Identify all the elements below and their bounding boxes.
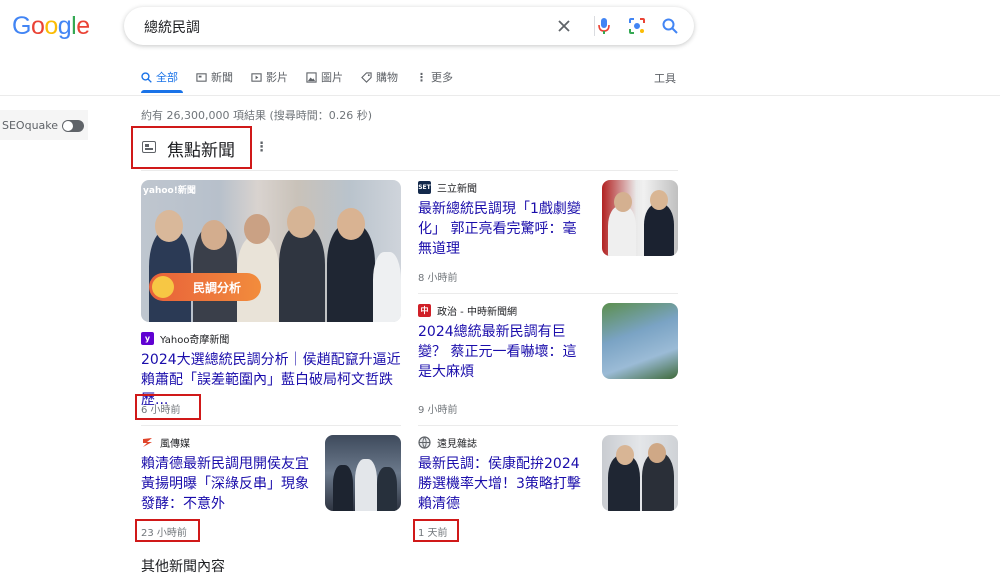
story-thumbnail[interactable]: [325, 435, 401, 511]
story-thumbnail[interactable]: [602, 180, 678, 256]
search-tabs: 全部 新聞 影片 圖片 購物 ⋮ 更多: [141, 70, 453, 84]
story-source: 中 政治 - 中時新聞網: [418, 303, 517, 318]
toggle-knob: [63, 121, 73, 131]
more-news-link[interactable]: 其他新聞內容: [141, 556, 225, 576]
tools-button[interactable]: 工具: [654, 70, 676, 86]
top-stories-title: 焦點新聞: [167, 141, 235, 161]
tab-more[interactable]: ⋮ 更多: [416, 70, 453, 85]
more-vertical-icon[interactable]: ⋮: [994, 18, 1000, 34]
microphone-icon[interactable]: [594, 16, 614, 36]
search-icon: [141, 71, 152, 83]
analysis-badge-text: 民調分析: [193, 281, 242, 295]
section-divider: [141, 170, 678, 171]
story-source: 風傳媒: [141, 435, 190, 450]
header-divider: [0, 95, 1000, 96]
more-vertical-icon[interactable]: ⋮: [255, 140, 268, 155]
story-headline[interactable]: 2024總統最新民調有巨變？ 蔡正元一看嚇壞：這是大麻煩: [418, 322, 588, 382]
story-headline[interactable]: 最新總統民調現「1戲劇變化」 郭正亮看完驚呼：毫無道理: [418, 199, 588, 259]
search-input[interactable]: 總統民調: [144, 17, 200, 37]
newspaper-icon: [196, 72, 207, 82]
featured-time: 6 小時前: [141, 405, 181, 416]
story-time: 8 小時前: [418, 273, 458, 284]
story-thumbnail[interactable]: [602, 303, 678, 379]
tab-images[interactable]: 圖片: [306, 70, 343, 84]
search-box[interactable]: 總統民調: [124, 7, 694, 45]
tab-videos[interactable]: 影片: [251, 70, 288, 84]
globe-favicon-icon: [418, 436, 431, 449]
story-headline[interactable]: 賴清德最新民調甩開侯友宜 黃揚明曝「深綠反串」現象發酵：不意外: [141, 454, 311, 514]
storm-media-favicon-icon: [143, 438, 152, 447]
tab-news[interactable]: 新聞: [196, 70, 233, 84]
image-icon: [306, 71, 317, 83]
tab-shopping[interactable]: 購物: [361, 70, 398, 84]
card-divider: [418, 293, 678, 294]
story-source: SET 三立新聞: [418, 180, 477, 195]
google-logo[interactable]: Google: [12, 12, 90, 41]
story-time: 9 小時前: [418, 405, 458, 416]
yahoo-brand-mark: yahoo!新聞: [143, 186, 196, 196]
china-times-favicon-icon: 中: [418, 304, 431, 317]
card-divider: [141, 425, 401, 426]
story-source: 遠見雜誌: [418, 435, 477, 450]
result-stats: 約有 26,300,000 項結果 (搜尋時間：0.26 秒): [141, 109, 373, 122]
story-time: 1 天前: [418, 528, 448, 539]
featured-source: y Yahoo奇摩新聞: [141, 331, 229, 346]
seoquake-label: SEOquake: [2, 119, 59, 132]
tag-icon: [361, 71, 372, 83]
story-thumbnail[interactable]: [602, 435, 678, 511]
yahoo-favicon-icon: y: [141, 332, 154, 345]
clear-icon[interactable]: [554, 16, 574, 36]
tab-all[interactable]: 全部: [141, 70, 178, 84]
story-headline[interactable]: 最新民調：侯康配拚2024勝選機率大增！3策略打擊賴清德: [418, 454, 588, 514]
set-news-favicon-icon: SET: [418, 181, 431, 194]
card-divider: [418, 425, 678, 426]
newspaper-icon: [142, 141, 156, 153]
lens-icon[interactable]: [627, 16, 647, 36]
story-time: 23 小時前: [141, 528, 187, 539]
search-icon[interactable]: [660, 16, 680, 36]
podium-icon: [152, 276, 174, 298]
more-vertical-icon: ⋮: [416, 70, 427, 84]
active-tab-indicator: [141, 90, 183, 93]
video-icon: [251, 72, 262, 82]
